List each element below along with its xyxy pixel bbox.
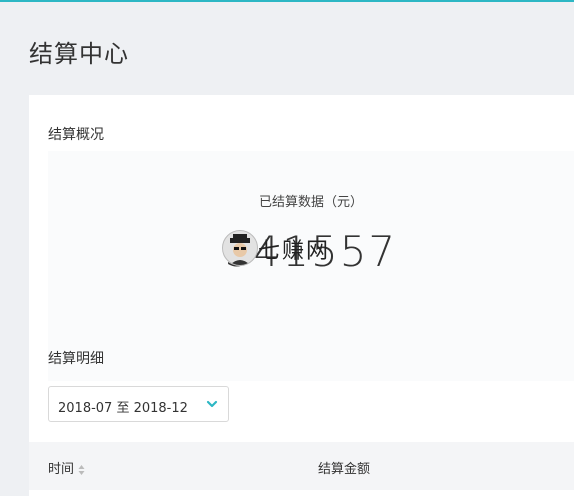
detail-title: 结算明细	[48, 351, 104, 367]
top-accent-bar	[0, 0, 574, 2]
overview-title: 结算概况	[48, 127, 104, 143]
column-time-label: 时间	[48, 462, 75, 477]
settled-label: 已结算数据（元）	[258, 195, 363, 210]
date-range-select[interactable]: 2018-07 至 2018-12	[48, 386, 229, 422]
watermark: 七赚网	[222, 228, 342, 268]
table-header: 时间 结算金额	[29, 442, 574, 490]
column-time[interactable]: 时间	[48, 458, 85, 477]
page-title: 结算中心	[29, 40, 129, 68]
column-amount: 结算金额	[318, 462, 371, 477]
date-range-value: 2018-07 至 2018-12	[58, 401, 188, 416]
watermark-avatar-icon	[222, 230, 258, 266]
watermark-text: 七赚网	[258, 239, 331, 264]
settlement-card: 结算概况 已结算数据（元） 341557 七赚网 结算明细 2018-07 至 …	[29, 95, 574, 496]
sort-icon[interactable]	[78, 464, 85, 476]
chevron-down-icon	[206, 400, 218, 408]
